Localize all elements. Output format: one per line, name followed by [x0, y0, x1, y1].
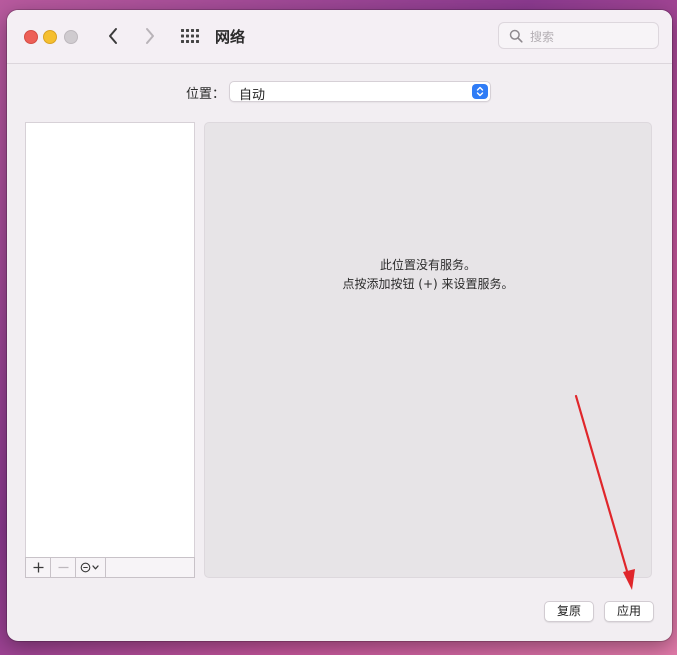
annotation-arrow: [574, 394, 635, 590]
